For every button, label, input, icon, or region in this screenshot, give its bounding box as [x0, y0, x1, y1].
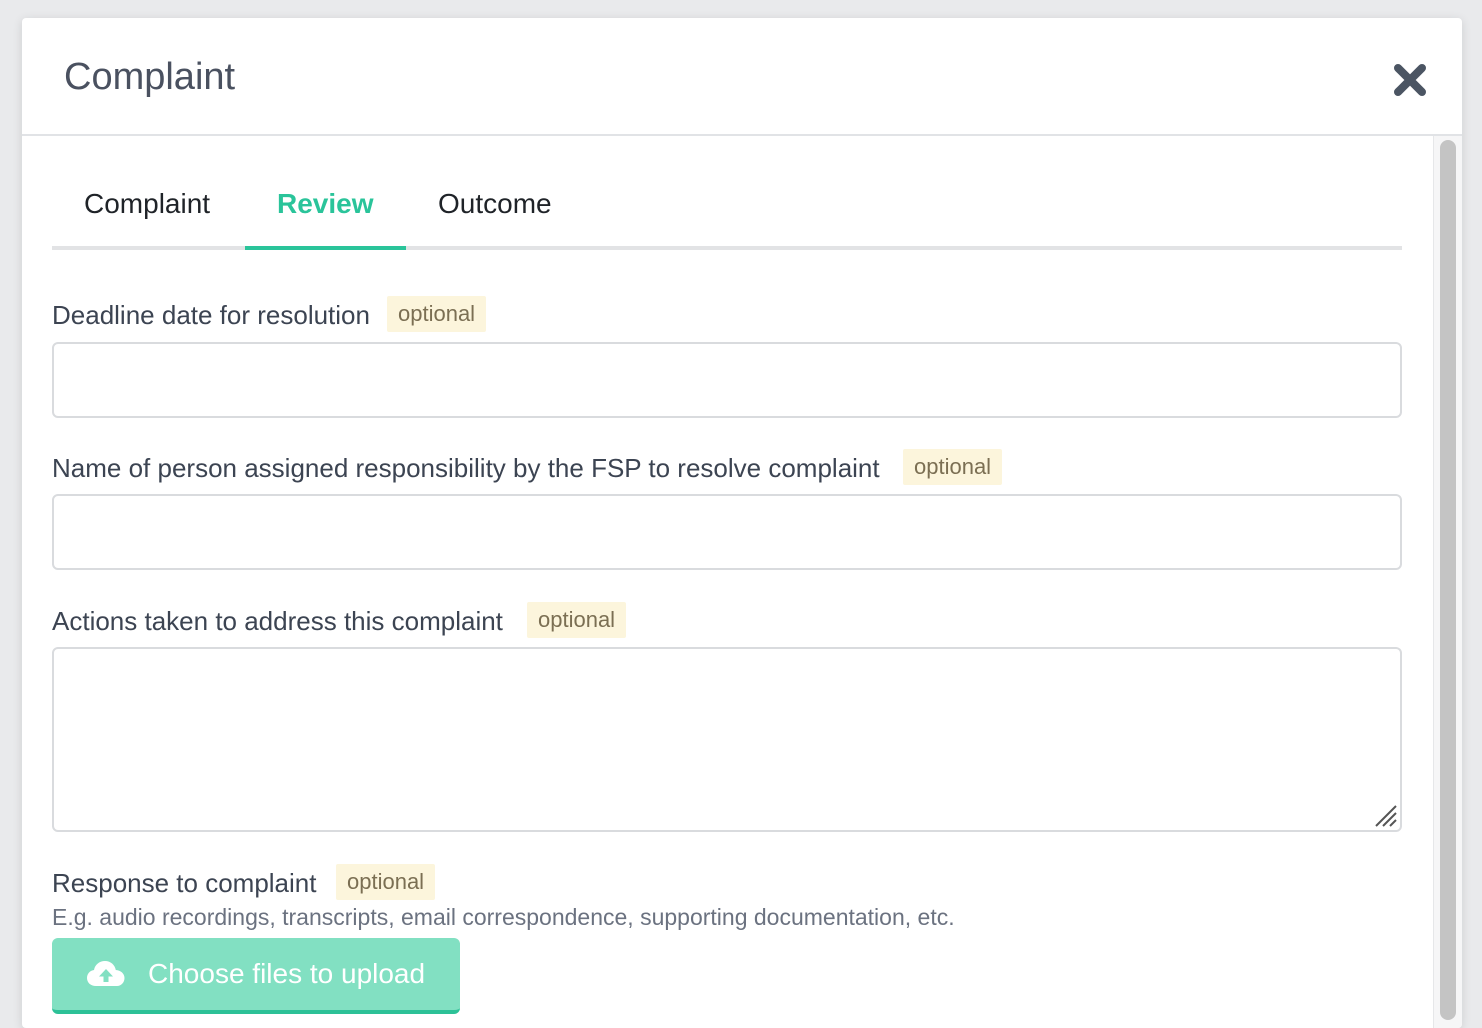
- form-content: Complaint Review Outcome Deadline date f…: [52, 136, 1402, 1014]
- deadline-field: Deadline date for resolution optional: [52, 296, 1402, 418]
- response-label: Response to complaint: [52, 868, 317, 898]
- upload-files-button[interactable]: Choose files to upload: [52, 938, 460, 1014]
- close-icon: [1394, 64, 1426, 96]
- actions-textarea[interactable]: [52, 647, 1402, 832]
- tab-complaint[interactable]: Complaint: [84, 188, 210, 242]
- background-page: [0, 384, 20, 424]
- scrollbar[interactable]: [1433, 136, 1462, 1028]
- complaint-modal: Complaint Complaint Review Outcome Deadl…: [22, 18, 1462, 1028]
- cloud-upload-icon: [87, 961, 125, 986]
- actions-label: Actions taken to address this complaint: [52, 606, 503, 636]
- assignee-input[interactable]: [52, 494, 1402, 570]
- modal-body: Complaint Review Outcome Deadline date f…: [22, 136, 1462, 1028]
- deadline-label: Deadline date for resolution: [52, 300, 370, 330]
- close-button[interactable]: [1392, 62, 1428, 98]
- tab-review[interactable]: Review: [277, 188, 374, 242]
- active-tab-indicator: [245, 246, 406, 250]
- deadline-input[interactable]: [52, 342, 1402, 418]
- optional-badge: optional: [527, 602, 627, 638]
- scrollbar-thumb[interactable]: [1440, 140, 1456, 1020]
- optional-badge: optional: [387, 296, 487, 332]
- assignee-field: Name of person assigned responsibility b…: [52, 449, 1402, 570]
- optional-badge: optional: [336, 864, 436, 900]
- response-help-text: E.g. audio recordings, transcripts, emai…: [52, 904, 955, 930]
- optional-badge: optional: [903, 449, 1003, 485]
- actions-field: Actions taken to address this complaint …: [52, 602, 1402, 832]
- modal-title: Complaint: [64, 56, 236, 98]
- assignee-label: Name of person assigned responsibility b…: [52, 453, 880, 483]
- response-field: Response to complaint optional E.g. audi…: [52, 864, 1402, 1014]
- upload-button-label: Choose files to upload: [148, 958, 426, 989]
- modal-header: Complaint: [22, 18, 1462, 136]
- resize-grip-icon[interactable]: [1372, 802, 1398, 828]
- tab-outcome[interactable]: Outcome: [438, 188, 552, 242]
- tab-bar: Complaint Review Outcome: [52, 136, 1402, 250]
